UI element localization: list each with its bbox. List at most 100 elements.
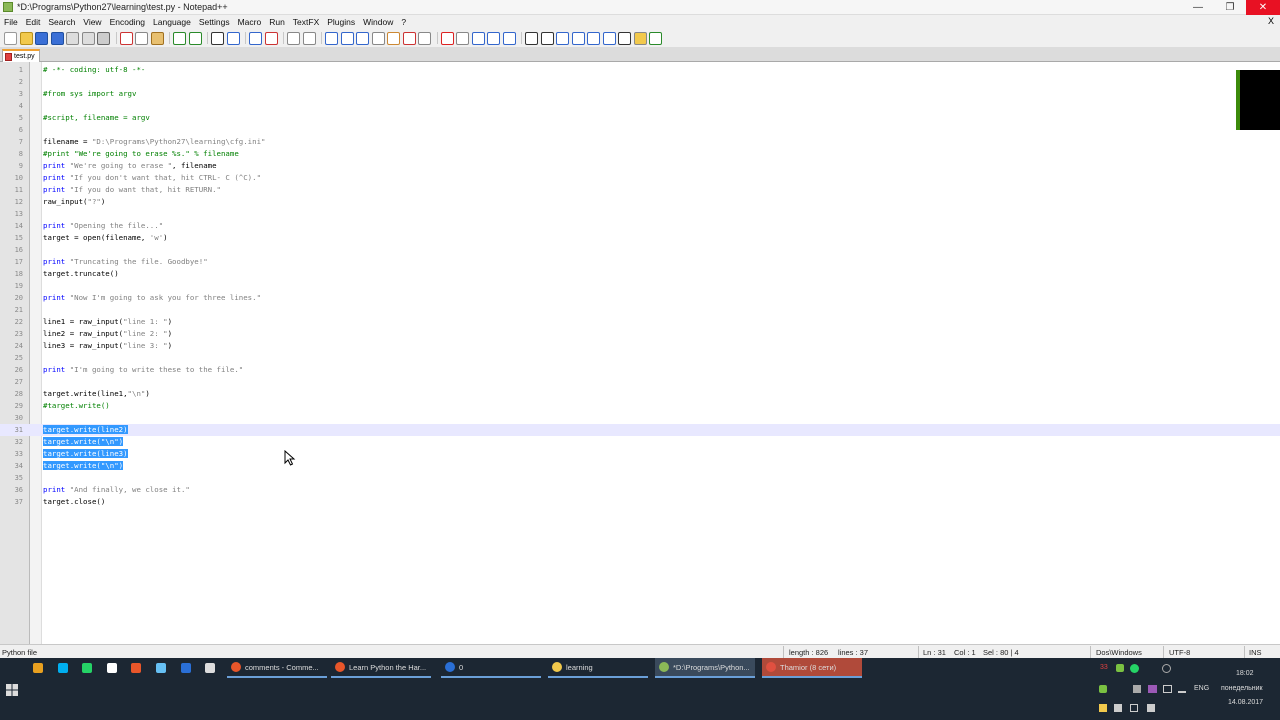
quicklaunch-document-icon[interactable]: [107, 663, 117, 673]
tray-grammarly-icon[interactable]: [1162, 664, 1171, 673]
copy-icon[interactable]: [135, 31, 148, 45]
taskbar-item[interactable]: 0: [441, 658, 541, 678]
new-file-icon[interactable]: [4, 31, 17, 45]
code-line[interactable]: 15 target = open(filename, 'w'): [0, 232, 1280, 244]
quicklaunch-file-explorer-icon[interactable]: [33, 663, 43, 673]
textfx-3-icon[interactable]: [556, 31, 569, 45]
quicklaunch-steam-icon[interactable]: [156, 663, 166, 673]
menu-window[interactable]: Window: [363, 17, 393, 27]
code-line[interactable]: 4: [0, 100, 1280, 112]
undo-icon[interactable]: [173, 31, 186, 45]
clock-time[interactable]: 18:02: [1236, 670, 1254, 677]
code-line[interactable]: 36 print "And finally, we close it.": [0, 484, 1280, 496]
stop-macro-icon[interactable]: [456, 31, 469, 45]
code-line[interactable]: 37 target.close(): [0, 496, 1280, 508]
code-line[interactable]: 27: [0, 376, 1280, 388]
textfx-9-icon[interactable]: [649, 31, 662, 45]
tray-usb-icon[interactable]: [1114, 704, 1122, 712]
code-line[interactable]: 35: [0, 472, 1280, 484]
menu-view[interactable]: View: [83, 17, 101, 27]
language-indicator[interactable]: ENG: [1194, 685, 1209, 692]
code-line[interactable]: 25: [0, 352, 1280, 364]
code-line[interactable]: 5 #script, filename = argv: [0, 112, 1280, 124]
code-line[interactable]: 14 print "Opening the file...": [0, 220, 1280, 232]
code-line[interactable]: 26 print "I'm going to write these to the…: [0, 364, 1280, 376]
tab-test-py[interactable]: test.py: [2, 49, 40, 62]
tray-folder-icon[interactable]: [1099, 704, 1107, 712]
textfx-4-icon[interactable]: [571, 31, 585, 45]
quicklaunch-whatsapp-icon[interactable]: [82, 663, 92, 673]
code-line[interactable]: 13: [0, 208, 1280, 220]
code-line[interactable]: 28 target.write(line1,"\n"): [0, 388, 1280, 400]
tray-chevron-icon[interactable]: [1178, 685, 1186, 693]
function-list-icon[interactable]: [402, 31, 416, 45]
document-map[interactable]: [1236, 70, 1280, 130]
save-all-icon[interactable]: [50, 31, 64, 45]
code-line[interactable]: 17 print "Truncating the file. Goodbye!": [0, 256, 1280, 268]
quicklaunch-settings-icon[interactable]: [205, 663, 215, 673]
close-button[interactable]: ✕: [1246, 0, 1280, 15]
taskbar-item[interactable]: comments - Comme...: [227, 658, 327, 678]
code-line[interactable]: 20 print "Now I'm going to ask you for th…: [0, 292, 1280, 304]
document-close-button[interactable]: X: [1268, 16, 1274, 26]
tray-badge[interactable]: 33: [1100, 664, 1108, 671]
save-icon[interactable]: [35, 31, 48, 45]
code-line[interactable]: 2: [0, 76, 1280, 88]
code-line[interactable]: 30: [0, 412, 1280, 424]
code-line[interactable]: 34 target.write("\n"): [0, 460, 1280, 472]
code-line[interactable]: 12 raw_input("?"): [0, 196, 1280, 208]
menu-search[interactable]: Search: [48, 17, 75, 27]
menu-plugins[interactable]: Plugins: [327, 17, 355, 27]
code-line[interactable]: 1 # -*- coding: utf-8 -*-: [0, 64, 1280, 76]
menu-encoding[interactable]: Encoding: [110, 17, 145, 27]
taskbar-item[interactable]: Thamior (8 сети): [762, 658, 862, 678]
play-macro-icon[interactable]: [471, 31, 485, 45]
textfx-5-icon[interactable]: [587, 31, 600, 45]
quicklaunch-skype-icon[interactable]: [58, 663, 68, 673]
code-line[interactable]: 23 line2 = raw_input("line 2: "): [0, 328, 1280, 340]
code-line[interactable]: 31 target.write(line2): [0, 424, 1280, 436]
show-all-chars-icon[interactable]: [340, 31, 354, 45]
redo-icon[interactable]: [188, 31, 202, 45]
monitor-icon[interactable]: [418, 31, 431, 45]
taskbar-item[interactable]: learning: [548, 658, 648, 678]
quicklaunch-firefox-icon[interactable]: [131, 663, 141, 673]
sync-v-icon[interactable]: [287, 31, 300, 45]
zoom-out-icon[interactable]: [264, 31, 278, 45]
tray-wifi-icon[interactable]: [1130, 704, 1138, 712]
run-macro-multi-icon[interactable]: [487, 31, 500, 45]
tray-whatsapp-icon[interactable]: [1130, 664, 1139, 673]
code-line[interactable]: 11 print "If you do want that, hit RETURN…: [0, 184, 1280, 196]
indent-guide-icon[interactable]: [356, 31, 369, 45]
tray-display-icon[interactable]: [1163, 685, 1172, 693]
code-line[interactable]: 32 target.write("\n"): [0, 436, 1280, 448]
code-line[interactable]: 3 #from sys import argv: [0, 88, 1280, 100]
tray-volume-icon[interactable]: [1147, 704, 1155, 712]
code-line[interactable]: 24 line3 = raw_input("line 3: "): [0, 340, 1280, 352]
windows-start-icon[interactable]: [6, 684, 18, 696]
textfx-8-icon[interactable]: [633, 31, 647, 45]
close-icon[interactable]: [66, 31, 79, 45]
code-line[interactable]: 10 print "If you don't want that, hit CTR…: [0, 172, 1280, 184]
close-all-icon[interactable]: [81, 31, 95, 45]
menu-file[interactable]: File: [4, 17, 18, 27]
tray-app-icon[interactable]: [1116, 664, 1124, 672]
replace-icon[interactable]: [226, 31, 240, 45]
code-line[interactable]: 16: [0, 244, 1280, 256]
textfx-2-icon[interactable]: [540, 31, 554, 45]
taskbar-item[interactable]: Learn Python the Har...: [331, 658, 431, 678]
taskbar-item[interactable]: *D:\Programs\Python...: [655, 658, 755, 678]
code-line[interactable]: 7 filename = "D:\Programs\Python27\learni…: [0, 136, 1280, 148]
tray-messenger-icon[interactable]: [1148, 685, 1157, 693]
code-line[interactable]: 9 print "We're going to erase ", filename: [0, 160, 1280, 172]
menu-help[interactable]: ?: [401, 17, 406, 27]
textfx-1-icon[interactable]: [525, 31, 538, 45]
textfx-7-icon[interactable]: [618, 31, 631, 45]
restore-button[interactable]: ❐: [1214, 0, 1246, 15]
code-line[interactable]: 21: [0, 304, 1280, 316]
code-line[interactable]: 6: [0, 124, 1280, 136]
sync-h-icon[interactable]: [302, 31, 316, 45]
paste-icon[interactable]: [150, 31, 164, 45]
menu-edit[interactable]: Edit: [26, 17, 41, 27]
minimize-button[interactable]: —: [1182, 0, 1214, 15]
